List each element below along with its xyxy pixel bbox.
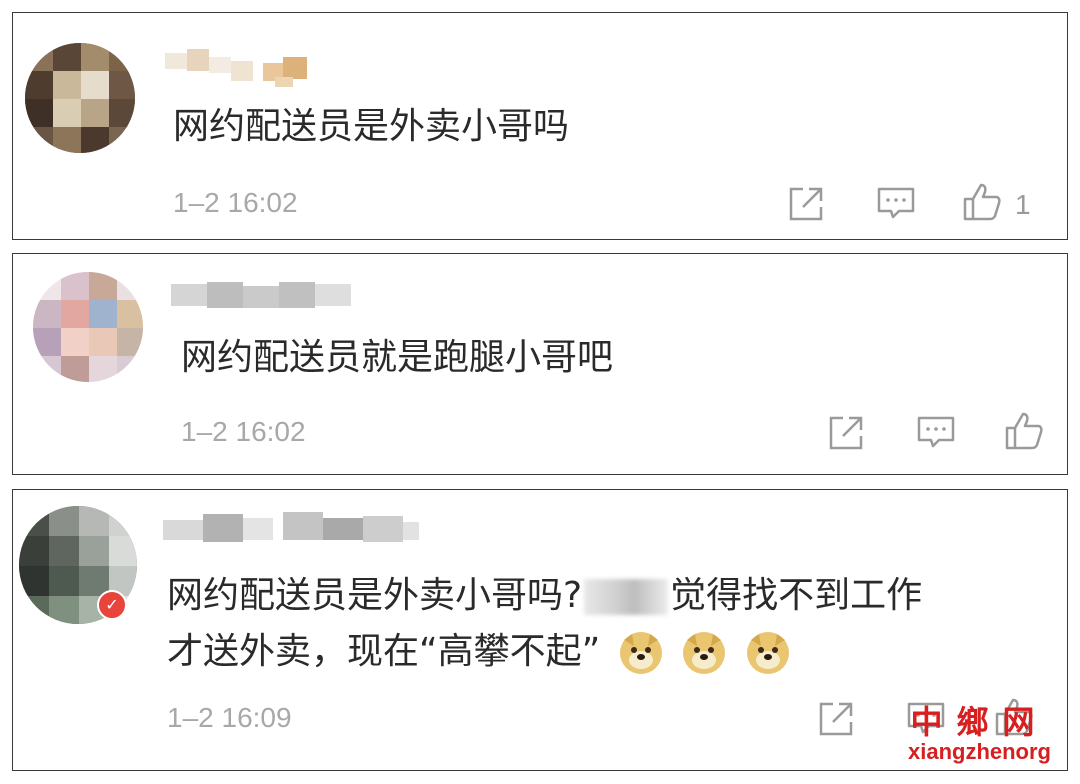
doge-emoji-icon	[619, 632, 662, 674]
watermark-latin: xiangzhenorg	[907, 739, 1051, 764]
thumbs-up-icon	[963, 183, 1001, 221]
share-button[interactable]	[815, 698, 857, 740]
comment-text-part: 网约配送员是外卖小哥吗?	[167, 575, 583, 616]
comment-icon	[877, 187, 915, 219]
like-button[interactable]	[961, 181, 1003, 223]
comment-card: ✓ 网约配送员是外卖小哥吗? 觉得找不到工作 才送外卖，现在“高攀不起” 1–2…	[12, 489, 1068, 771]
comment-button[interactable]	[875, 183, 917, 225]
like-button[interactable]	[1003, 410, 1045, 452]
verified-badge-icon: ✓	[97, 590, 127, 620]
share-icon	[819, 702, 853, 736]
comment-card: 网约配送员就是跑腿小哥吧 1–2 16:02	[12, 253, 1068, 475]
username-blurred[interactable]	[165, 49, 315, 87]
avatar[interactable]	[33, 272, 143, 382]
comment-text: 网约配送员就是跑腿小哥吧	[181, 337, 614, 378]
share-icon	[789, 187, 823, 221]
timestamp: 1–2 16:02	[181, 416, 306, 447]
doge-emoji-icon	[746, 632, 789, 674]
comment-icon	[917, 416, 955, 448]
username-blurred[interactable]	[163, 510, 423, 542]
avatar[interactable]	[25, 43, 135, 153]
timestamp: 1–2 16:02	[173, 187, 298, 218]
share-icon	[829, 416, 863, 450]
comment-button[interactable]	[915, 412, 957, 454]
username-blurred[interactable]	[171, 278, 371, 310]
comment-text-line2: 才送外卖，现在“高攀不起”	[167, 626, 791, 678]
comment-card: 网约配送员是外卖小哥吗 1–2 16:02 1	[12, 12, 1068, 240]
comment-text: 网约配送员是外卖小哥吗	[173, 106, 570, 147]
comment-text-part: 才送外卖，现在“高攀不起”	[167, 631, 601, 672]
like-count: 1	[1015, 189, 1031, 220]
comment-text-part: 觉得找不到工作	[670, 575, 923, 616]
thumbs-up-icon	[1005, 412, 1043, 450]
comment-text-line1: 网约配送员是外卖小哥吗? 觉得找不到工作	[167, 570, 922, 622]
share-button[interactable]	[785, 183, 827, 225]
site-watermark: 中鄉网 xiangzhenorg	[908, 704, 1051, 764]
timestamp: 1–2 16:09	[167, 702, 292, 733]
share-button[interactable]	[825, 412, 867, 454]
redacted-text-block	[584, 579, 669, 615]
doge-emoji-icon	[683, 632, 726, 674]
watermark-chinese: 中鄉网	[910, 703, 1049, 741]
